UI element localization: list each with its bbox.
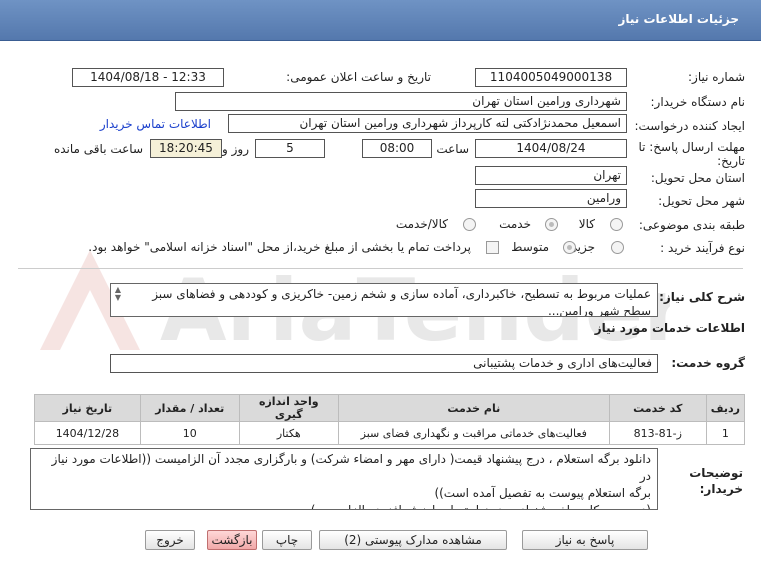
services-table: ردیف کد خدمت نام خدمت واحد اندازه گیری ت… xyxy=(34,394,746,445)
buyer-label: نام دستگاه خریدار: xyxy=(650,95,746,109)
announce-field[interactable]: 1404/08/18 - 12:33 xyxy=(72,68,224,87)
deadline-label: مهلت ارسال پاسخ: تا xyxy=(638,140,745,154)
cell-service-code: ز-81-813 xyxy=(608,421,707,445)
summary-textarea[interactable]: عملیات مربوط به تسطیح، خاکبرداری، آماده … xyxy=(110,283,658,317)
category-option-service: خدمت xyxy=(499,217,531,231)
cell-need-date: 1404/12/28 xyxy=(34,421,141,445)
category-option-goods-service: کالا/خدمت xyxy=(395,217,448,231)
announce-label: تاریخ و ساعت اعلان عمومی: xyxy=(286,70,431,84)
buyer-contact-link[interactable]: اطلاعات تماس خریدار xyxy=(100,117,211,131)
days-label: روز و xyxy=(222,142,249,156)
remaining-label: ساعت باقی مانده xyxy=(53,142,143,156)
reply-button[interactable]: پاسخ به نیاز xyxy=(522,530,648,550)
need-number-label: شماره نیاز: xyxy=(688,70,745,84)
category-option-goods: کالا xyxy=(578,217,595,231)
category-radio-goods[interactable] xyxy=(610,218,623,231)
back-button[interactable]: بازگشت xyxy=(207,530,257,550)
service-group-field[interactable]: فعالیت‌های اداری و خدمات پشتیبانی xyxy=(110,354,658,373)
deadline-label-2: تاریخ: xyxy=(717,154,745,168)
divider xyxy=(18,268,743,269)
creator-label: ایجاد کننده درخواست: xyxy=(634,119,745,133)
col-service-name: نام خدمت xyxy=(337,394,610,422)
view-attachments-button[interactable]: مشاهده مدارک پیوستی (2) xyxy=(319,530,507,550)
province-label: استان محل تحویل: xyxy=(650,171,745,185)
cell-unit: هکتار xyxy=(238,421,339,445)
process-radio-minor[interactable] xyxy=(611,241,624,254)
notes-line-1: دانلود برگه استعلام ، درج پیشنهاد قیمت( … xyxy=(51,452,651,483)
col-service-code: کد خدمت xyxy=(608,394,707,422)
page-header: جزئیات اطلاعات نیاز xyxy=(0,0,761,41)
buyer-field[interactable]: شهرداری ورامین استان تهران xyxy=(175,92,627,111)
notes-textarea[interactable]: دانلود برگه استعلام ، درج پیشنهاد قیمت( … xyxy=(30,448,658,510)
col-need-date: تاریخ نیاز xyxy=(34,394,141,422)
exit-button[interactable]: خروج xyxy=(145,530,195,550)
days-field[interactable]: 5 xyxy=(255,139,325,158)
deadline-time-field[interactable]: 08:00 xyxy=(362,139,432,158)
cell-row-number: 1 xyxy=(705,421,746,445)
col-row-number: ردیف xyxy=(705,394,746,422)
need-number-field[interactable]: 1104005049000138 xyxy=(475,68,627,87)
summary-label: شرح کلی نیاز: xyxy=(659,290,745,304)
col-quantity: تعداد / مقدار xyxy=(139,394,240,422)
col-unit: واحد اندازه گیری xyxy=(238,394,339,422)
summary-scroll-arrows-icon[interactable]: ▲ ▼ xyxy=(112,286,124,302)
category-radio-service[interactable] xyxy=(545,218,558,231)
category-label: طبقه بندی موضوعی: xyxy=(638,218,745,232)
cell-quantity: 10 xyxy=(139,421,240,445)
services-section-title: اطلاعات خدمات مورد نیاز xyxy=(594,321,745,335)
deadline-date-field[interactable]: 1404/08/24 xyxy=(475,139,627,158)
notes-line-3: (درج جمع کل مبلغ پیشنهادی بدون احتساب ار… xyxy=(310,503,651,510)
print-button[interactable]: چاپ xyxy=(262,530,312,550)
process-option-medium: متوسط xyxy=(511,240,549,254)
city-field[interactable]: ورامین xyxy=(475,189,627,208)
creator-field[interactable]: اسمعیل محمدنژادکتی لته کارپرداز شهرداری … xyxy=(228,114,627,133)
remaining-time-field: 18:20:45 xyxy=(150,139,222,158)
province-field[interactable]: تهران xyxy=(475,166,627,185)
time-label: ساعت xyxy=(436,142,469,156)
cell-service-name: فعالیت‌های خدماتی مراقبت و نگهداری فضای … xyxy=(337,421,610,445)
category-radio-goods-service[interactable] xyxy=(463,218,476,231)
payment-note: پرداخت تمام یا بخشی از مبلغ خرید،از محل … xyxy=(88,240,471,254)
table-row[interactable]: 1 ز-81-813 فعالیت‌های خدماتی مراقبت و نگ… xyxy=(34,421,746,445)
service-group-label: گروه خدمت: xyxy=(671,356,745,370)
process-radio-medium[interactable] xyxy=(563,241,576,254)
treasury-checkbox[interactable] xyxy=(486,241,499,254)
notes-label: توضیحات xyxy=(689,466,743,480)
city-label: شهر محل تحویل: xyxy=(658,194,745,208)
page-title: جزئیات اطلاعات نیاز xyxy=(618,12,739,26)
notes-label-2: خریدار: xyxy=(699,482,743,496)
process-label: نوع فرآیند خرید : xyxy=(660,241,745,255)
notes-line-2: برگه استعلام پیوست به تفصیل آمده است)) xyxy=(434,486,651,500)
